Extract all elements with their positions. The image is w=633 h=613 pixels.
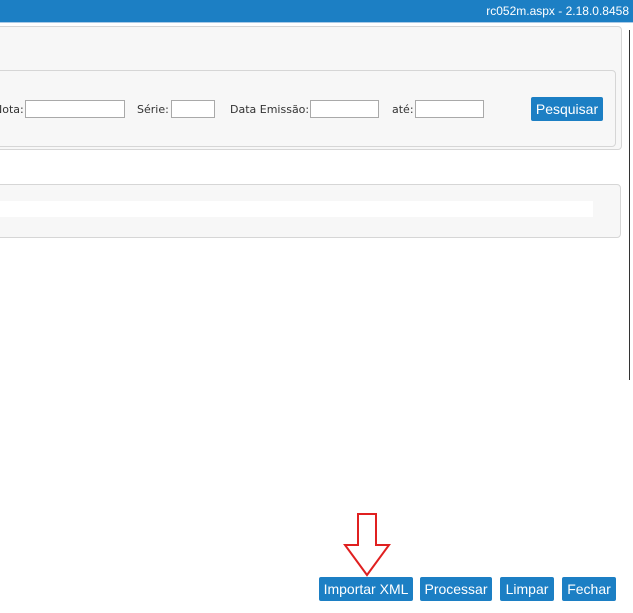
ate-input[interactable] <box>415 100 484 118</box>
ate-label: até: <box>392 103 414 116</box>
results-area <box>0 201 593 217</box>
fechar-button[interactable]: Fechar <box>562 577 616 601</box>
data-emissao-input[interactable] <box>310 100 379 118</box>
limpar-button[interactable]: Limpar <box>500 577 554 601</box>
data-emissao-label: Data Emissão: <box>230 103 310 116</box>
title-bar: rc052m.aspx - 2.18.0.8458 <box>0 0 633 23</box>
serie-input[interactable] <box>171 100 215 118</box>
serie-label: Série: <box>137 103 169 116</box>
scrollbar[interactable] <box>629 30 630 380</box>
pesquisar-button[interactable]: Pesquisar <box>531 97 603 121</box>
results-panel <box>0 184 621 238</box>
nota-input[interactable] <box>25 100 125 118</box>
version-label: rc052m.aspx - 2.18.0.8458 <box>486 4 629 18</box>
processar-button[interactable]: Processar <box>420 577 492 601</box>
importar-xml-button[interactable]: Importar XML <box>319 577 413 601</box>
nota-label: Nota: <box>0 103 24 116</box>
down-arrow-icon <box>343 513 391 577</box>
